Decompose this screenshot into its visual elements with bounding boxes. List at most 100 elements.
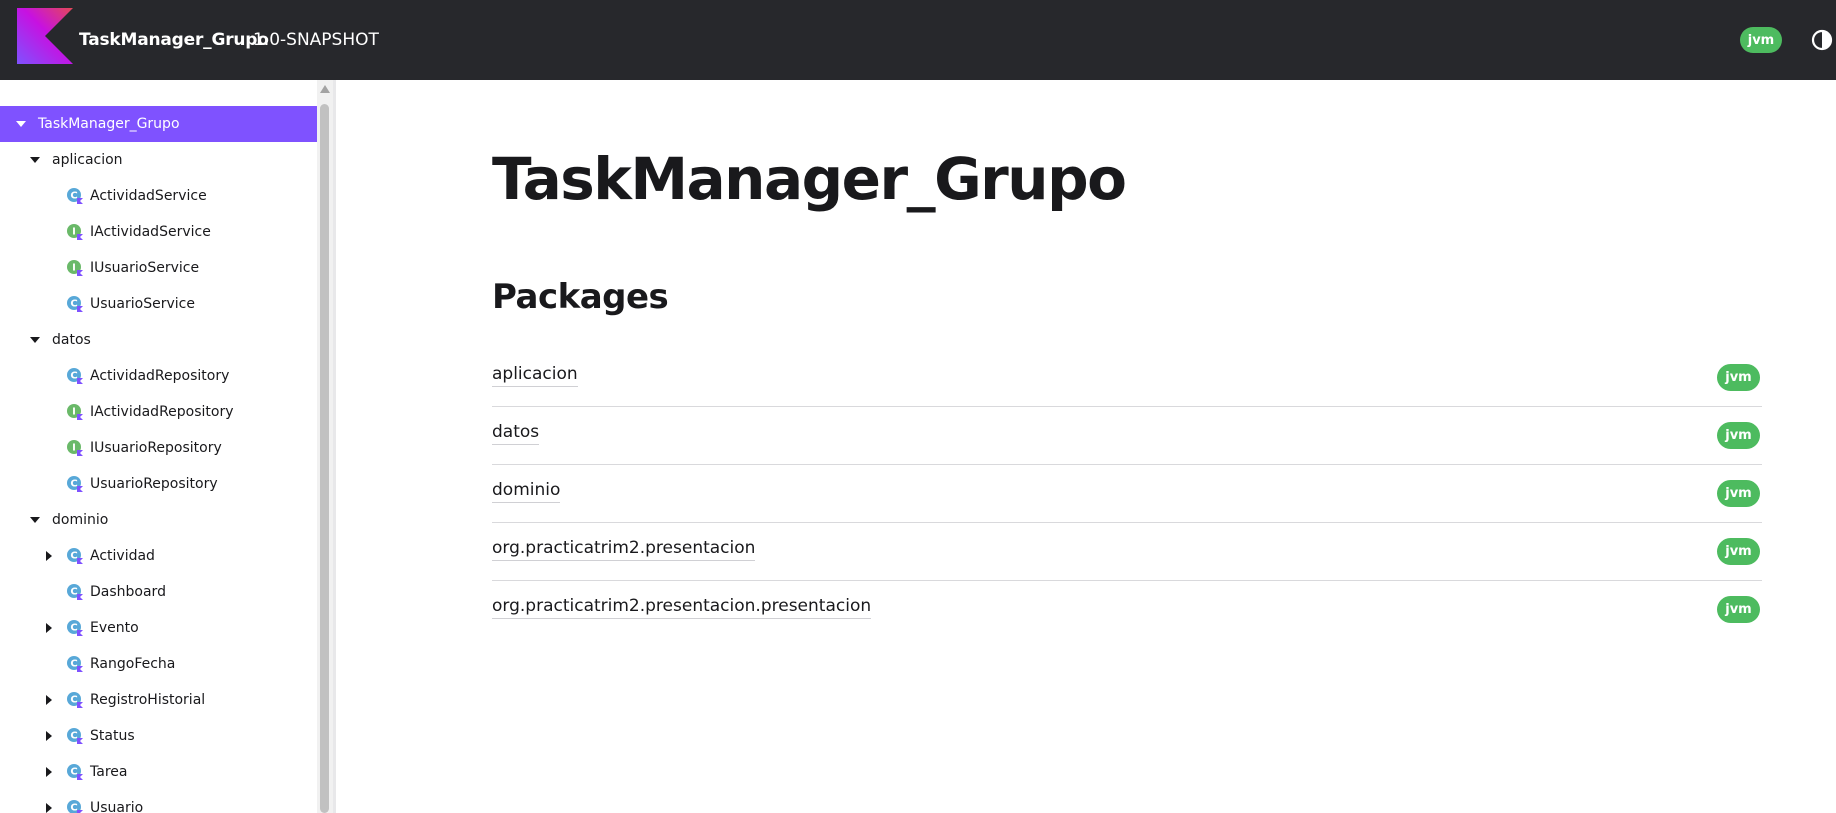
sidebar-item-aplicacion[interactable]: aplicacion	[0, 142, 317, 178]
project-version: 1.0-SNAPSHOT	[253, 30, 379, 50]
sidebar-item-dominio[interactable]: dominio	[0, 502, 317, 538]
svg-text:C: C	[70, 551, 77, 562]
sidebar-item-label: UsuarioService	[90, 296, 195, 312]
svg-text:C: C	[70, 803, 77, 813]
svg-text:C: C	[70, 731, 77, 742]
class-icon: C	[67, 296, 83, 312]
package-link[interactable]: aplicacion	[492, 364, 578, 387]
class-icon: C	[67, 620, 83, 636]
chevron-down-icon[interactable]	[30, 157, 40, 163]
platform-filter-jvm[interactable]: jvm	[1740, 27, 1782, 53]
class-icon: C	[67, 188, 83, 204]
class-icon: C	[67, 800, 83, 813]
sidebar-divider	[333, 80, 336, 813]
sidebar-item-iactividadservice[interactable]: I IActividadService	[0, 214, 317, 250]
sidebar-item-label: ActividadRepository	[90, 368, 230, 384]
class-icon: C	[67, 584, 83, 600]
class-icon: C	[67, 368, 83, 384]
sidebar-item-label: RangoFecha	[90, 656, 176, 672]
sidebar-item-label: Evento	[90, 620, 139, 636]
sidebar-item-dashboard[interactable]: C Dashboard	[0, 574, 317, 610]
theme-toggle-icon[interactable]	[1810, 28, 1834, 52]
sidebar-item-actividadrepository[interactable]: C ActividadRepository	[0, 358, 317, 394]
chevron-right-icon[interactable]	[46, 623, 52, 633]
sidebar-item-registrohistorial[interactable]: C RegistroHistorial	[0, 682, 317, 718]
sidebar-item-label: RegistroHistorial	[90, 692, 206, 708]
sidebar-item-label: IActividadRepository	[90, 404, 234, 420]
project-name[interactable]: TaskManager_Grupo	[79, 30, 269, 50]
sidebar-item-label: Tarea	[90, 764, 128, 780]
platform-badge-jvm: jvm	[1717, 538, 1760, 565]
sidebar-item-iusuarioservice[interactable]: I IUsuarioService	[0, 250, 317, 286]
sidebar-item-label: UsuarioRepository	[90, 476, 218, 492]
package-row: datos jvm	[492, 407, 1762, 465]
platform-badge-jvm: jvm	[1717, 422, 1760, 449]
svg-text:I: I	[72, 227, 76, 238]
sidebar-item-evento[interactable]: C Evento	[0, 610, 317, 646]
top-navbar: TaskManager_Grupo 1.0-SNAPSHOT jvm	[0, 0, 1836, 80]
sidebar-scrollbar[interactable]	[317, 80, 333, 813]
package-row: aplicacion jvm	[492, 349, 1762, 407]
kotlin-logo-icon[interactable]	[17, 8, 73, 64]
chevron-down-icon[interactable]	[30, 517, 40, 523]
svg-text:C: C	[70, 695, 77, 706]
interface-icon: I	[67, 260, 83, 276]
platform-badge-jvm: jvm	[1717, 480, 1760, 507]
svg-text:C: C	[70, 767, 77, 778]
sidebar-item-tarea[interactable]: C Tarea	[0, 754, 317, 790]
chevron-down-icon[interactable]	[30, 337, 40, 343]
sidebar-item-label: ActividadService	[90, 188, 207, 204]
package-row: dominio jvm	[492, 465, 1762, 523]
sidebar-item-usuario[interactable]: C Usuario	[0, 790, 317, 813]
sidebar-item-actividadservice[interactable]: C ActividadService	[0, 178, 317, 214]
sidebar-item-label: IActividadService	[90, 224, 211, 240]
sidebar-item-usuarioservice[interactable]: C UsuarioService	[0, 286, 317, 322]
package-link[interactable]: dominio	[492, 480, 561, 503]
page-title: TaskManager_Grupo	[492, 145, 1127, 213]
chevron-right-icon[interactable]	[46, 731, 52, 741]
sidebar-item-label: TaskManager_Grupo	[38, 116, 180, 132]
packages-heading: Packages	[492, 277, 669, 317]
sidebar-navigation: TaskManager_Grupo aplicacion C ActividadSer…	[0, 80, 317, 813]
interface-icon: I	[67, 440, 83, 456]
scroll-up-arrow-icon[interactable]	[320, 85, 330, 93]
platform-badge-jvm: jvm	[1717, 596, 1760, 623]
sidebar-item-label: IUsuarioRepository	[90, 440, 222, 456]
sidebar-item-taskmanager-grupo[interactable]: TaskManager_Grupo	[0, 106, 317, 142]
sidebar-item-usuariorepository[interactable]: C UsuarioRepository	[0, 466, 317, 502]
sidebar-item-label: Usuario	[90, 800, 144, 813]
package-link[interactable]: org.practicatrim2.presentacion.presentac…	[492, 596, 872, 619]
sidebar-item-rangofecha[interactable]: C RangoFecha	[0, 646, 317, 682]
sidebar-item-iactividadrepository[interactable]: I IActividadRepository	[0, 394, 317, 430]
svg-text:C: C	[70, 191, 77, 202]
package-link[interactable]: datos	[492, 422, 540, 445]
class-icon: C	[67, 692, 83, 708]
class-icon: C	[67, 728, 83, 744]
sidebar-item-label: IUsuarioService	[90, 260, 200, 276]
svg-text:C: C	[70, 587, 77, 598]
package-link[interactable]: org.practicatrim2.presentacion	[492, 538, 756, 561]
chevron-right-icon[interactable]	[46, 695, 52, 705]
svg-text:C: C	[70, 659, 77, 670]
chevron-down-icon[interactable]	[16, 121, 26, 127]
platform-badge-jvm: jvm	[1717, 364, 1760, 391]
sidebar-item-datos[interactable]: datos	[0, 322, 317, 358]
chevron-right-icon[interactable]	[46, 803, 52, 813]
svg-text:C: C	[70, 623, 77, 634]
svg-text:I: I	[72, 263, 76, 274]
package-row: org.practicatrim2.presentacion jvm	[492, 523, 1762, 581]
scrollbar-thumb[interactable]	[320, 104, 329, 813]
class-icon: C	[67, 476, 83, 492]
class-icon: C	[67, 548, 83, 564]
svg-text:I: I	[72, 407, 76, 418]
class-icon: C	[67, 764, 83, 780]
sidebar-item-label: Actividad	[90, 548, 155, 564]
sidebar-item-status[interactable]: C Status	[0, 718, 317, 754]
sidebar-item-iusuariorepository[interactable]: I IUsuarioRepository	[0, 430, 317, 466]
chevron-right-icon[interactable]	[46, 767, 52, 777]
svg-text:C: C	[70, 299, 77, 310]
chevron-right-icon[interactable]	[46, 551, 52, 561]
interface-icon: I	[67, 404, 83, 420]
sidebar-item-label: datos	[52, 332, 91, 348]
sidebar-item-actividad[interactable]: C Actividad	[0, 538, 317, 574]
